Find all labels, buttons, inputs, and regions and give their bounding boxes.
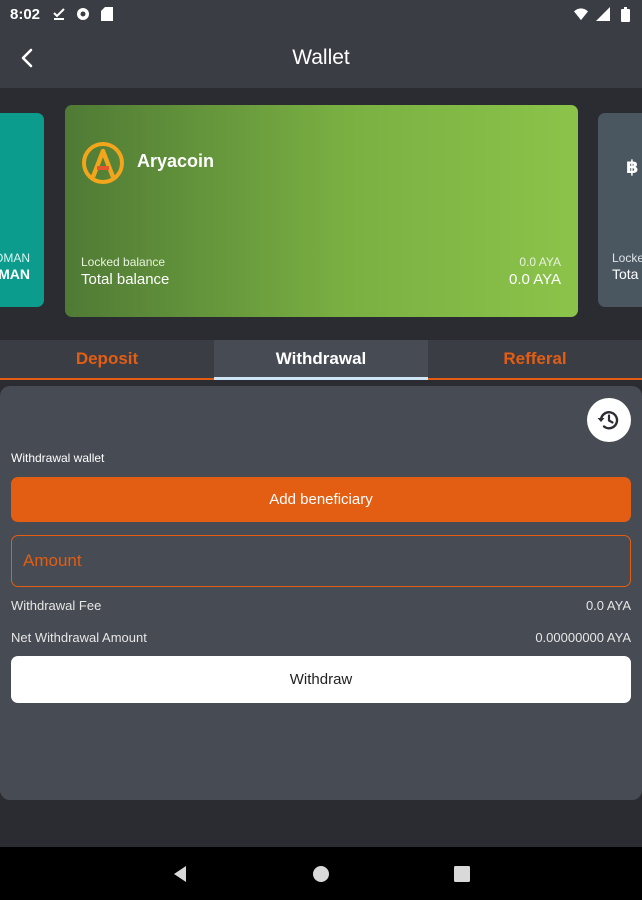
- card-next-line1: Locke: [612, 251, 642, 265]
- locked-balance-value: 0.0 AYA: [519, 255, 561, 269]
- bitcoin-icon: ฿: [626, 157, 639, 177]
- wallet-card-aryacoin[interactable]: Aryacoin Locked balance Total balance 0.…: [65, 105, 578, 317]
- total-balance-value: 0.0 AYA: [509, 271, 561, 288]
- battery-icon: [618, 6, 632, 22]
- withdrawal-fee-label: Withdrawal Fee: [11, 598, 102, 613]
- app-bar: Wallet: [0, 28, 642, 88]
- nav-home-button[interactable]: [306, 859, 336, 889]
- net-withdrawal-value: 0.00000000 AYA: [535, 630, 631, 645]
- page-title: Wallet: [292, 46, 350, 69]
- history-button[interactable]: [587, 398, 631, 442]
- total-balance-label: Total balance: [81, 271, 170, 288]
- nav-recents-button[interactable]: [447, 859, 477, 889]
- status-bar: 8:02: [0, 0, 642, 28]
- system-nav-bar: [0, 847, 642, 900]
- signal-icon: [596, 7, 610, 21]
- back-triangle-icon: [174, 865, 187, 882]
- nav-back-button[interactable]: [165, 859, 195, 889]
- tab-refferal[interactable]: Refferal: [428, 340, 642, 378]
- locked-balance-label: Locked balance: [81, 255, 166, 269]
- card-next-line2: Tota: [612, 266, 639, 282]
- coin-name: Aryacoin: [137, 151, 215, 171]
- recents-square-icon: [453, 865, 470, 882]
- history-icon: [597, 411, 619, 430]
- home-circle-icon: [312, 865, 329, 882]
- withdrawal-fee-value: 0.0 AYA: [585, 598, 631, 613]
- aryacoin-logo-icon: [81, 141, 125, 185]
- card-previous-line2: MAN: [0, 266, 30, 282]
- vpn-icon: [76, 7, 90, 21]
- download-done-icon: [52, 7, 66, 21]
- tab-deposit[interactable]: Deposit: [0, 340, 214, 378]
- withdrawal-panel: Withdrawal wallet Add beneficiary Withdr…: [0, 386, 642, 800]
- withdraw-button[interactable]: Withdraw: [11, 656, 631, 703]
- wifi-icon: [574, 7, 588, 21]
- withdrawal-wallet-label: Withdrawal wallet: [11, 451, 105, 465]
- wallet-card-next[interactable]: ฿ Locke Tota: [598, 113, 642, 307]
- tab-withdrawal[interactable]: Withdrawal: [214, 340, 428, 380]
- wallet-card-previous[interactable]: OMAN MAN: [0, 113, 44, 307]
- card-previous-line1: OMAN: [0, 251, 30, 265]
- net-withdrawal-label: Net Withdrawal Amount: [11, 630, 147, 645]
- wallet-tabs: Deposit Withdrawal Refferal: [0, 340, 642, 380]
- sd-card-icon: [100, 7, 114, 21]
- add-beneficiary-button[interactable]: Add beneficiary: [11, 477, 631, 522]
- wallet-card-carousel[interactable]: OMAN MAN Aryacoin Locked balance Total b…: [0, 88, 642, 340]
- back-button[interactable]: [12, 42, 44, 74]
- amount-input[interactable]: [11, 535, 631, 587]
- arrow-back-icon: [21, 48, 33, 68]
- status-time: 8:02: [10, 5, 41, 23]
